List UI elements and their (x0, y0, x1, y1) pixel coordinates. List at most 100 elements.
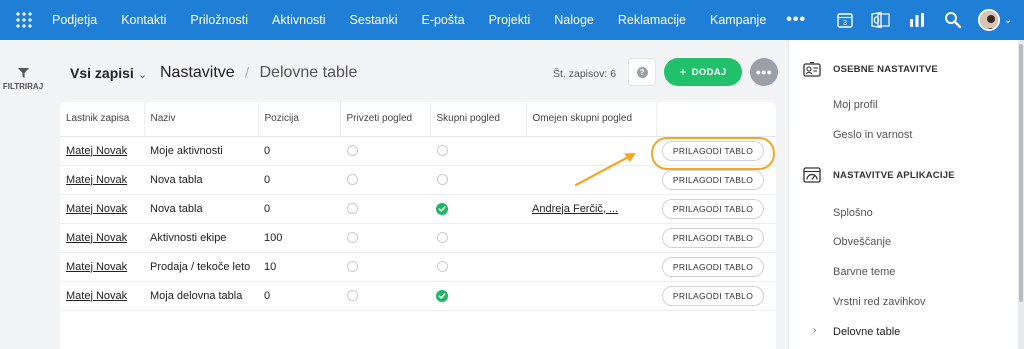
shared-view-cell (430, 194, 526, 224)
action-cell: PRILAGODI TABLO (656, 223, 776, 253)
apps-grid-icon[interactable] (0, 0, 48, 40)
owner-cell: Matej Novak (60, 252, 144, 282)
calendar-icon[interactable]: 3 (834, 9, 856, 31)
column-header-position[interactable]: Pozicija (258, 102, 341, 137)
default-view-radio[interactable] (347, 174, 358, 186)
settings-item-color-themes[interactable]: Barvne teme (833, 266, 895, 278)
filter-icon (17, 68, 29, 78)
default-view-radio[interactable] (347, 290, 358, 302)
column-header-name[interactable]: Naziv (144, 102, 259, 137)
default-view-radio[interactable] (347, 261, 358, 273)
filter-button[interactable]: FILTRIRAJ (0, 68, 46, 91)
main-content: Vsi zapisi ⌄ Nastavitve / Delovne table Š… (46, 40, 788, 349)
search-icon[interactable] (942, 9, 964, 31)
nav-item-kampanje[interactable]: Kampanje (698, 0, 778, 40)
customize-board-button[interactable]: PRILAGODI TABLO (662, 256, 764, 277)
shared-view-cell (430, 223, 526, 253)
settings-scrollbar[interactable] (1018, 40, 1024, 349)
default-view-radio[interactable] (347, 232, 358, 244)
owner-cell: Matej Novak (60, 194, 144, 224)
column-header-limited-shared-view[interactable]: Omejen skupni pogled (526, 102, 657, 137)
nav-more-button[interactable]: ••• (778, 0, 814, 40)
owner-link[interactable]: Matej Novak (66, 174, 127, 186)
settings-item-tab-order[interactable]: Vrstni red zavihkov (833, 296, 926, 308)
chevron-down-icon: ⌄ (137, 69, 148, 81)
name-cell: Nova tabla (144, 194, 258, 224)
limited-shared-link[interactable]: Andreja Ferčič, ... (532, 203, 618, 215)
breadcrumb: Nastavitve / Delovne table (160, 64, 357, 82)
nav-item-projekti[interactable]: Projekti (477, 0, 543, 40)
shared-view-cell (430, 252, 526, 282)
add-button-label: DODAJ (691, 66, 727, 78)
action-cell: PRILAGODI TABLO (656, 136, 776, 166)
nav-item-podjetja[interactable]: Podjetja (48, 0, 109, 40)
table-card: Lastnik zapisa Naziv Pozicija Privzeti p… (60, 102, 776, 349)
nav-item-kontakti[interactable]: Kontakti (109, 0, 178, 40)
more-options-button[interactable]: ••• (750, 58, 778, 86)
table-row: Matej Novak Prodaja / tekoče leto 10 PRI… (60, 252, 776, 282)
column-header-shared-view[interactable]: Skupni pogled (430, 102, 527, 137)
user-avatar[interactable] (977, 9, 1000, 31)
breadcrumb-parent[interactable]: Nastavitve (160, 64, 235, 81)
owner-link[interactable]: Matej Novak (66, 232, 127, 244)
name-cell: Moja delovna tabla (144, 281, 258, 311)
column-header-default-view[interactable]: Privzeti pogled (340, 102, 431, 137)
shared-view-check-icon[interactable] (436, 289, 448, 302)
name-cell: Nova tabla (144, 165, 258, 195)
name-cell: Prodaja / tekoče leto (144, 252, 258, 282)
nav-item-priloznosti[interactable]: Priložnosti (178, 0, 260, 40)
settings-item-password-security[interactable]: Geslo in varnost (833, 129, 912, 141)
nav-item-sestanki[interactable]: Sestanki (338, 0, 410, 40)
customize-board-button[interactable]: PRILAGODI TABLO (662, 140, 764, 161)
column-header-actions (656, 102, 776, 137)
shared-view-check-icon[interactable] (436, 202, 448, 215)
owner-link[interactable]: Matej Novak (66, 203, 127, 215)
owner-cell: Matej Novak (60, 136, 144, 166)
breadcrumb-separator: / (245, 64, 250, 80)
default-view-cell (340, 165, 430, 195)
settings-item-profile[interactable]: Moj profil (833, 99, 878, 111)
left-filter-strip: FILTRIRAJ (0, 40, 46, 349)
nav-item-reklamacije[interactable]: Reklamacije (606, 0, 698, 40)
customize-board-button[interactable]: PRILAGODI TABLO (662, 227, 764, 248)
nav-item-aktivnosti[interactable]: Aktivnosti (260, 0, 338, 40)
customize-board-button[interactable]: PRILAGODI TABLO (662, 198, 764, 219)
action-cell: PRILAGODI TABLO (656, 165, 776, 195)
dashboards-table: Lastnik zapisa Naziv Pozicija Privzeti p… (60, 102, 776, 311)
shared-view-radio[interactable] (437, 232, 448, 244)
view-selector[interactable]: Vsi zapisi ⌄ (70, 65, 147, 81)
shared-view-radio[interactable] (437, 145, 448, 157)
help-button[interactable]: ? (628, 58, 656, 86)
nav-item-naloge[interactable]: Naloge (542, 0, 606, 40)
customize-board-button[interactable]: PRILAGODI TABLO (662, 169, 764, 190)
shared-view-cell (430, 136, 526, 166)
nav-item-e-posta[interactable]: E-pošta (409, 0, 476, 40)
chevron-down-icon[interactable]: ⌄ (1004, 15, 1012, 26)
section-title: NASTAVITVE APLIKACIJE (833, 169, 955, 181)
default-view-cell (340, 252, 430, 282)
scrollbar-thumb[interactable] (1019, 44, 1023, 302)
top-navigation-bar: Podjetja Kontakti Priložnosti Aktivnosti… (0, 0, 1024, 40)
breadcrumb-current: Delovne table (259, 64, 358, 81)
settings-item-dashboards[interactable]: Delovne table (833, 326, 900, 338)
table-row: Matej Novak Nova tabla 0 Andreja Ferčič,… (60, 194, 776, 224)
outlook-icon[interactable] (870, 9, 892, 31)
add-button[interactable]: + DODAJ (664, 58, 742, 86)
settings-item-general[interactable]: Splošno (833, 207, 873, 219)
default-view-radio[interactable] (347, 203, 358, 215)
customize-board-button[interactable]: PRILAGODI TABLO (662, 285, 764, 306)
bar-chart-icon[interactable] (906, 9, 928, 31)
settings-item-notifications[interactable]: Obveščanje (833, 236, 891, 248)
owner-link[interactable]: Matej Novak (66, 261, 127, 273)
owner-link[interactable]: Matej Novak (66, 290, 127, 302)
plus-icon: + (679, 65, 687, 79)
limited-shared-cell (526, 223, 656, 253)
owner-link[interactable]: Matej Novak (66, 145, 127, 157)
shared-view-radio[interactable] (437, 261, 448, 273)
default-view-radio[interactable] (347, 145, 358, 157)
column-header-owner[interactable]: Lastnik zapisa (60, 102, 145, 137)
shared-view-radio[interactable] (437, 174, 448, 186)
section-personal-settings: OSEBNE NASTAVITVE (803, 62, 938, 77)
table-header-row: Lastnik zapisa Naziv Pozicija Privzeti p… (60, 102, 776, 137)
app-window-gauge-icon (803, 167, 821, 183)
